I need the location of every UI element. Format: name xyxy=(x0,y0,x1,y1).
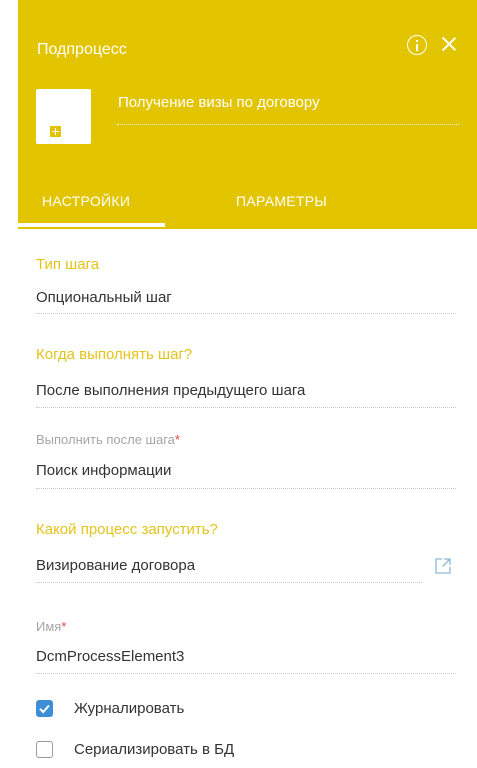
name-underline xyxy=(36,673,456,674)
when-execute-label: Когда выполнять шаг? xyxy=(36,346,193,363)
close-icon[interactable] xyxy=(441,36,457,52)
tab-parameters[interactable]: ПАРАМЕТРЫ xyxy=(236,193,327,209)
name-field[interactable]: DcmProcessElement3 xyxy=(36,648,184,665)
execute-after-underline xyxy=(36,488,456,489)
active-tab-indicator xyxy=(18,223,165,227)
name-label: Имя* xyxy=(36,619,66,634)
step-type-label: Тип шага xyxy=(36,256,100,273)
when-execute-field[interactable]: После выполнения предыдущего шага xyxy=(36,382,305,399)
execute-after-field[interactable]: Поиск информации xyxy=(36,462,171,479)
log-checkbox-label[interactable]: Журналировать xyxy=(74,700,184,717)
process-to-run-field[interactable]: Визирование договора xyxy=(36,557,195,574)
tab-settings[interactable]: НАСТРОЙКИ xyxy=(42,193,130,209)
panel-header: Подпроцесс Получение визы по договору НА… xyxy=(18,0,477,229)
serialize-checkbox-label[interactable]: Сериализировать в БД xyxy=(74,741,234,758)
element-image[interactable] xyxy=(36,89,91,144)
execute-after-label-text: Выполнить после шага xyxy=(36,432,175,447)
step-type-field[interactable]: Опциональный шаг xyxy=(36,289,172,306)
log-checkbox[interactable] xyxy=(36,700,53,717)
step-type-underline xyxy=(36,313,456,314)
element-caption[interactable]: Получение визы по договору xyxy=(118,94,320,111)
name-label-text: Имя xyxy=(36,619,62,634)
required-mark: * xyxy=(61,619,67,634)
when-execute-underline xyxy=(36,407,456,408)
serialize-checkbox[interactable] xyxy=(36,741,53,758)
panel-title: Подпроцесс xyxy=(37,41,127,58)
info-icon[interactable] xyxy=(407,35,427,55)
open-link-icon[interactable] xyxy=(434,557,452,575)
checkmark-icon xyxy=(39,704,50,714)
process-to-run-label: Какой процесс запустить? xyxy=(36,521,218,538)
add-element-icon[interactable] xyxy=(50,126,61,137)
caption-underline xyxy=(117,124,459,125)
execute-after-label: Выполнить после шага* xyxy=(36,432,180,447)
process-to-run-underline xyxy=(36,582,422,583)
required-mark: * xyxy=(174,432,180,447)
